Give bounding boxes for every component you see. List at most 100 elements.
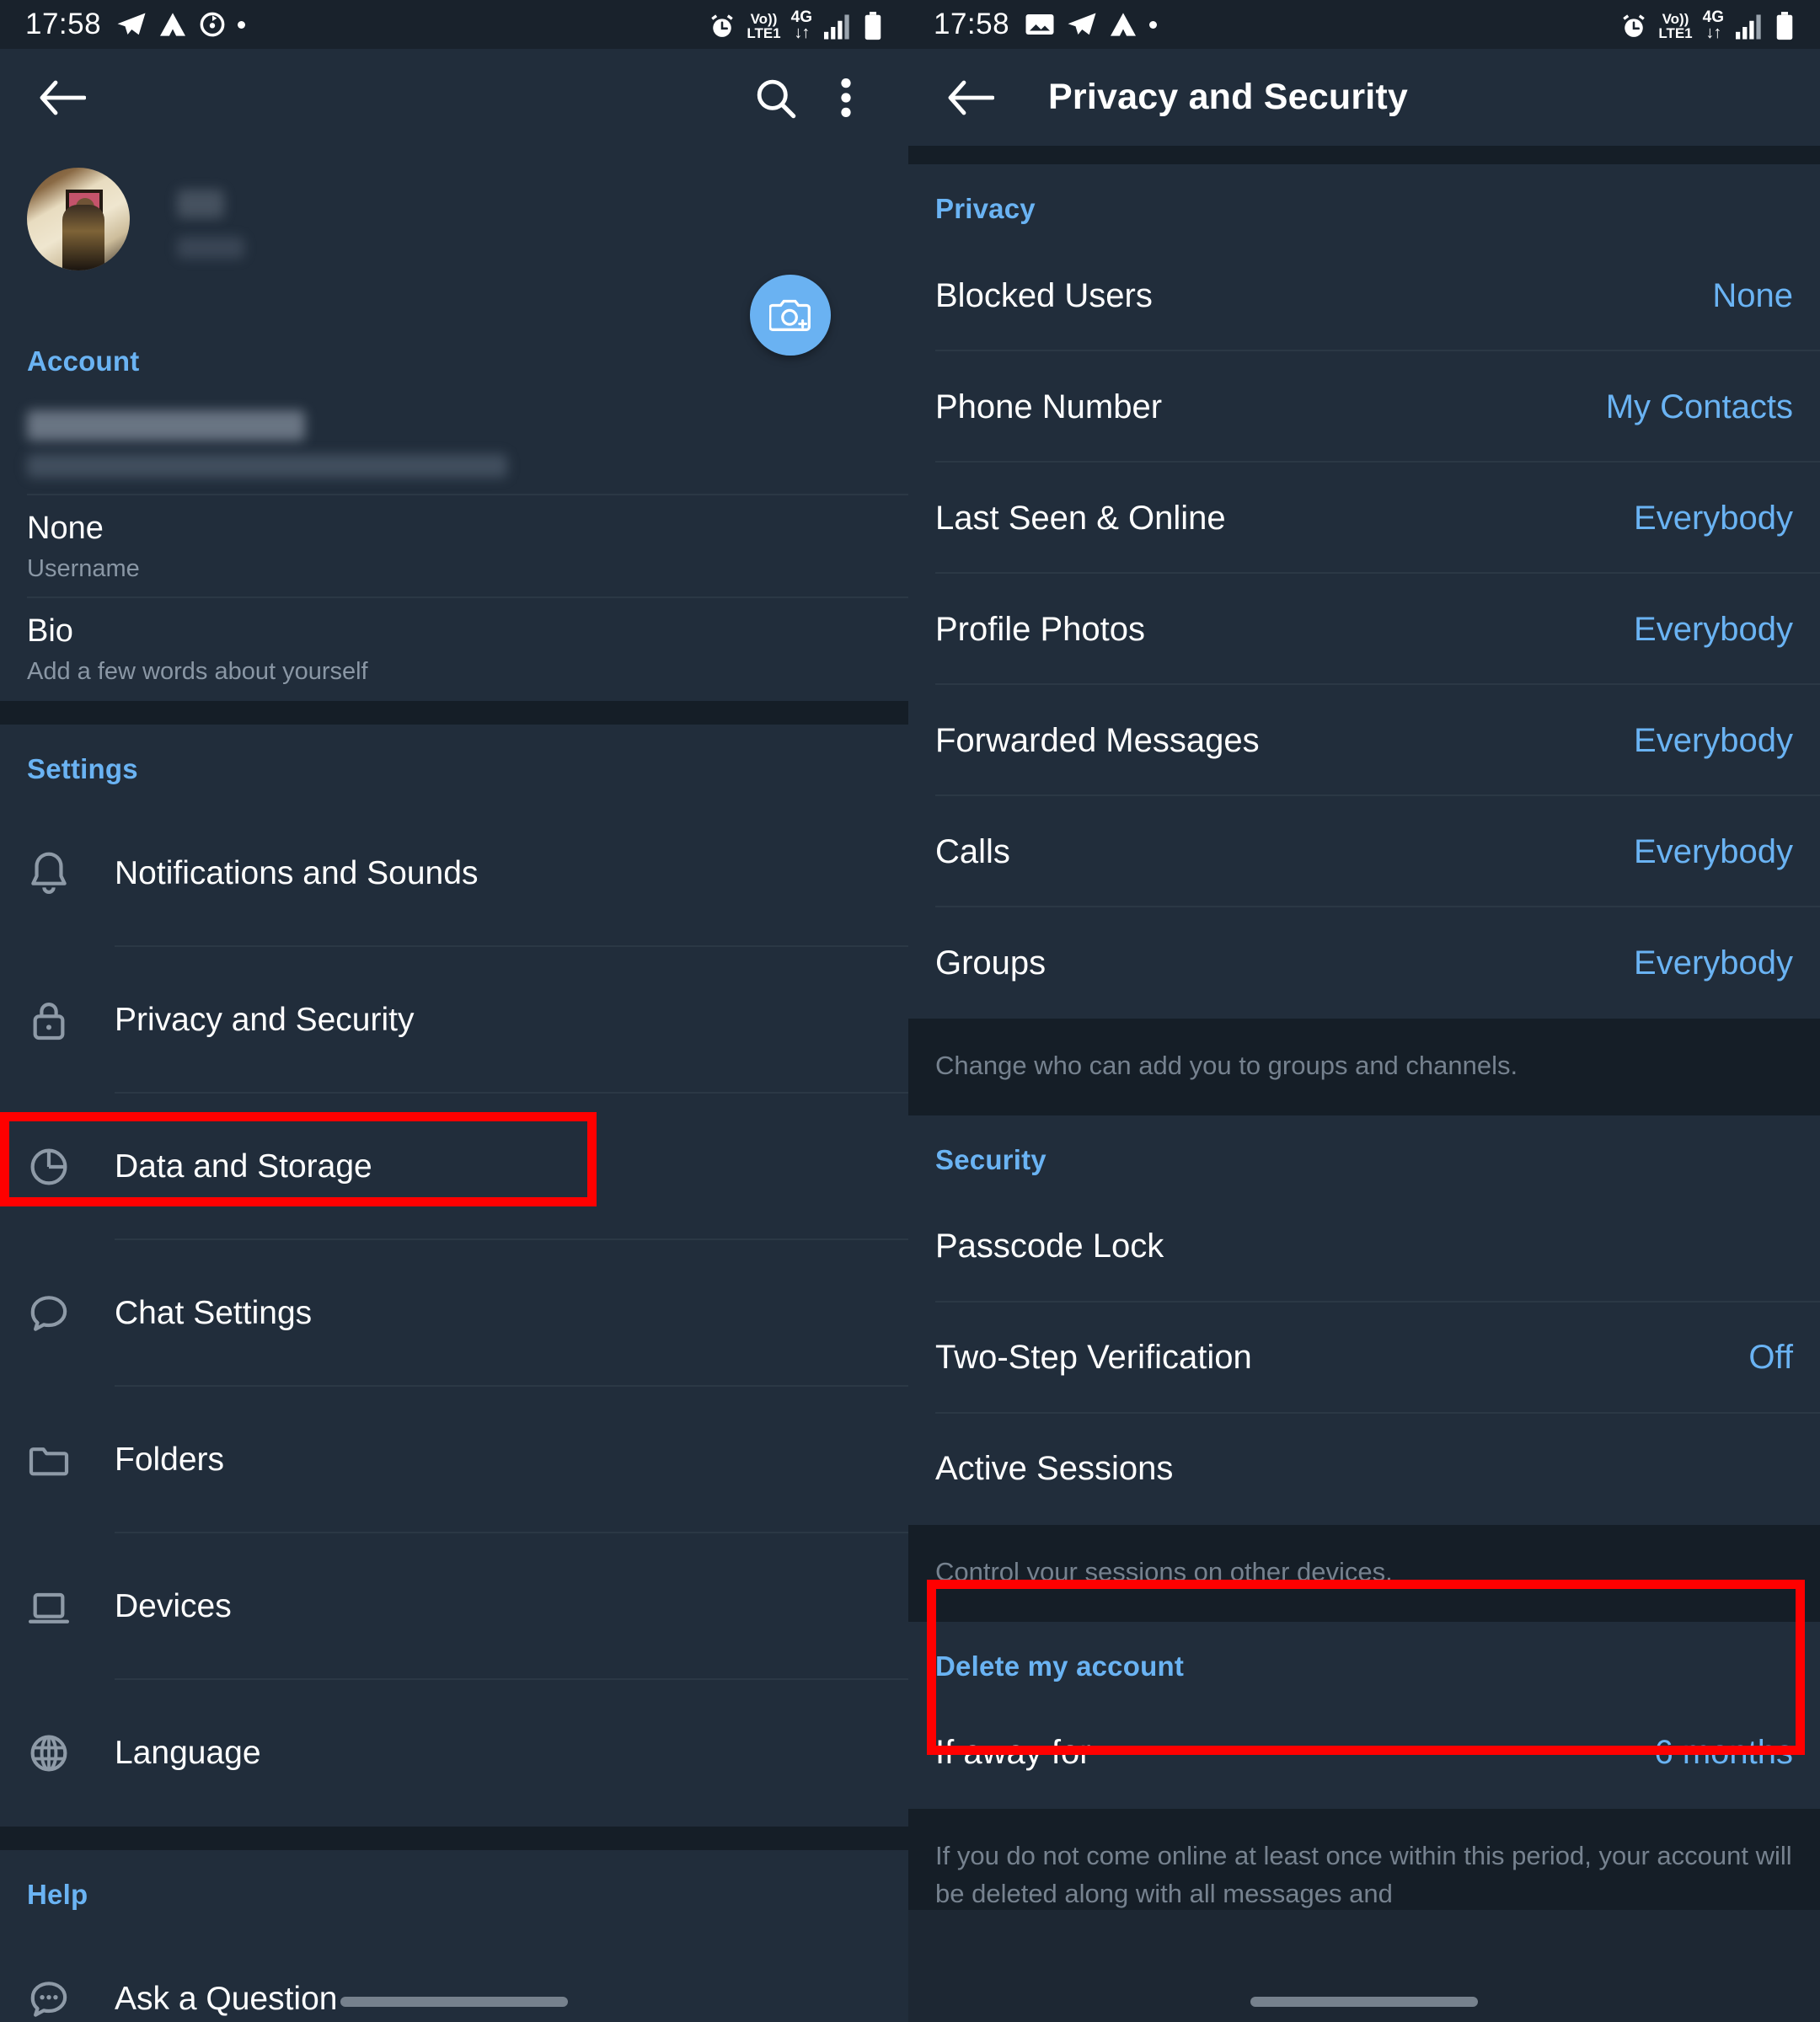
profile-header[interactable]	[0, 146, 908, 356]
security-section: Security Passcode Lock Two-Step Verifica…	[908, 1115, 1820, 1525]
home-indicator	[1250, 1997, 1478, 2007]
section-gap	[908, 146, 1820, 164]
bell-icon	[27, 850, 115, 897]
account-section: Account None Username Bio Add a few word…	[0, 317, 908, 701]
profile-name-redacted	[177, 190, 224, 218]
chat-dots-icon	[27, 1976, 115, 2022]
sidebar-item-label: Data and Storage	[115, 1148, 372, 1185]
row-if-away-for[interactable]: If away for 6 months	[908, 1698, 1820, 1809]
delete-account-heading[interactable]: Delete my account	[908, 1622, 1820, 1698]
row-label: Groups	[935, 944, 1046, 982]
sidebar-item-folders[interactable]: Folders	[0, 1387, 908, 1533]
row-label: Passcode Lock	[935, 1228, 1164, 1265]
chat-bubble-icon	[27, 1290, 115, 1337]
sidebar-item-label: Notifications and Sounds	[115, 855, 479, 891]
row-profile-photos[interactable]: Profile Photos Everybody	[908, 574, 1820, 685]
telegram-icon	[116, 12, 147, 37]
left-app-bar	[0, 49, 908, 146]
username-value: None	[27, 511, 104, 546]
row-active-sessions[interactable]: Active Sessions	[908, 1414, 1820, 1525]
username-row[interactable]: None Username	[0, 495, 908, 598]
back-arrow-icon[interactable]	[935, 62, 1006, 133]
triangle-icon	[1109, 12, 1138, 37]
sidebar-item-label: Devices	[115, 1588, 232, 1624]
avatar[interactable]	[27, 168, 130, 270]
sidebar-item-notifications[interactable]: Notifications and Sounds	[0, 800, 908, 947]
lock-icon	[27, 997, 115, 1044]
row-calls[interactable]: Calls Everybody	[908, 796, 1820, 907]
right-app-bar: Privacy and Security	[908, 49, 1820, 146]
sidebar-item-devices[interactable]: Devices	[0, 1533, 908, 1680]
sidebar-item-label: Privacy and Security	[115, 1002, 415, 1038]
row-value: Everybody	[1634, 499, 1793, 537]
row-label: If away for	[935, 1734, 1091, 1772]
row-two-step-verification[interactable]: Two-Step Verification Off	[908, 1303, 1820, 1414]
row-forwarded-messages[interactable]: Forwarded Messages Everybody	[908, 685, 1820, 796]
battery-icon	[1774, 11, 1795, 40]
search-icon[interactable]	[740, 62, 811, 133]
row-phone-number[interactable]: Phone Number My Contacts	[908, 351, 1820, 463]
section-gap	[0, 701, 908, 725]
signal-icon	[1734, 13, 1764, 40]
row-blocked-users[interactable]: Blocked Users None	[908, 240, 1820, 351]
sidebar-item-data-and-storage[interactable]: Data and Storage	[0, 1094, 908, 1240]
sidebar-item-privacy-and-security[interactable]: Privacy and Security	[0, 947, 908, 1094]
sidebar-item-ask-a-question[interactable]: Ask a Question	[0, 1926, 908, 2022]
laptop-icon	[27, 1583, 115, 1630]
settings-section: Settings Notifications and Sounds Privac…	[0, 725, 908, 1827]
help-heading: Help	[27, 1879, 88, 1910]
row-value: 6 months	[1654, 1734, 1793, 1772]
row-label: Blocked Users	[935, 276, 1153, 314]
privacy-note: Change who can add you to groups and cha…	[908, 1019, 1820, 1115]
security-note: Control your sessions on other devices.	[908, 1524, 1820, 1622]
right-status-bar: 17:58 Vo)) LTE1 4G ↓↑	[908, 0, 1820, 49]
sidebar-item-chat-settings[interactable]: Chat Settings	[0, 1240, 908, 1387]
phone-number-redacted	[27, 410, 305, 441]
row-value: My Contacts	[1605, 388, 1793, 425]
triangle-icon	[158, 12, 187, 37]
status-time: 17:58	[25, 8, 102, 40]
4g-data-icon: 4G ↓↑	[1702, 8, 1724, 42]
row-value: Everybody	[1634, 610, 1793, 648]
row-value: Everybody	[1634, 832, 1793, 870]
left-screen-settings: 17:58 Vo)) LTE1 4G ↓↑ Account None Usern…	[0, 0, 908, 2022]
delete-account-note: If you do not come online at least once …	[908, 1808, 1820, 1910]
avatar-body-detail	[62, 205, 104, 270]
sidebar-item-label: Chat Settings	[115, 1295, 313, 1331]
globe-icon	[27, 1730, 115, 1777]
camera-add-icon[interactable]	[750, 275, 831, 356]
sidebar-item-label: Language	[115, 1735, 261, 1771]
sidebar-item-label: Ask a Question	[115, 1981, 338, 2017]
home-indicator	[340, 1997, 568, 2007]
page-title: Privacy and Security	[1048, 77, 1409, 117]
back-arrow-icon[interactable]	[27, 62, 98, 133]
more-vertical-icon[interactable]	[811, 62, 881, 133]
alarm-icon	[708, 12, 736, 40]
row-groups[interactable]: Groups Everybody	[908, 907, 1820, 1019]
row-last-seen-and-online[interactable]: Last Seen & Online Everybody	[908, 463, 1820, 574]
row-label: Profile Photos	[935, 610, 1146, 648]
bio-row[interactable]: Bio Add a few words about yourself	[0, 598, 908, 701]
row-value: Off	[1748, 1339, 1793, 1377]
row-value: Everybody	[1634, 944, 1793, 982]
sidebar-item-language[interactable]: Language	[0, 1680, 908, 1827]
battery-icon	[863, 11, 883, 40]
phone-number-row[interactable]	[0, 393, 908, 495]
status-time: 17:58	[934, 8, 1010, 40]
volte-icon: Vo)) LTE1	[747, 10, 781, 41]
telegram-icon	[1067, 12, 1097, 37]
row-label: Active Sessions	[935, 1450, 1174, 1488]
dot-icon	[238, 20, 246, 29]
row-label: Phone Number	[935, 388, 1163, 425]
left-status-bar: 17:58 Vo)) LTE1 4G ↓↑	[0, 0, 908, 49]
row-label: Two-Step Verification	[935, 1339, 1252, 1377]
phone-region-redacted	[27, 454, 507, 478]
row-label: Forwarded Messages	[935, 721, 1260, 759]
pie-chart-icon	[27, 1143, 115, 1190]
privacy-heading: Privacy	[935, 193, 1036, 224]
settings-heading: Settings	[27, 753, 138, 784]
section-gap	[0, 1827, 908, 1850]
row-value: Everybody	[1634, 721, 1793, 759]
row-passcode-lock[interactable]: Passcode Lock	[908, 1191, 1820, 1303]
right-screen-privacy-and-security: 17:58 Vo)) LTE1 4G ↓↑ Privacy and Securi…	[908, 0, 1820, 2022]
